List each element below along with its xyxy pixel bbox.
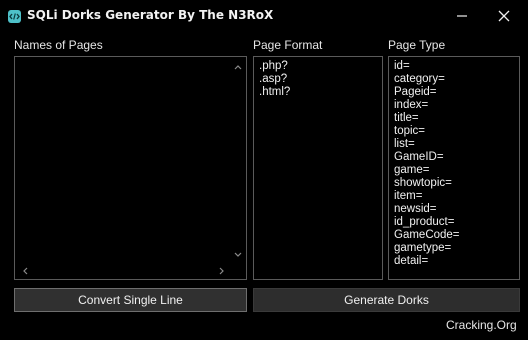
- page-type-textarea[interactable]: id= category= Pageid= index= title= topi…: [388, 56, 520, 280]
- generate-dorks-button[interactable]: Generate Dorks: [253, 288, 520, 312]
- page-type-item[interactable]: detail=: [394, 255, 460, 268]
- close-button[interactable]: [484, 0, 524, 32]
- page-type-item[interactable]: GameID=: [394, 151, 460, 164]
- chevron-up-icon: [234, 65, 242, 70]
- page-type-item[interactable]: newsid=: [394, 203, 460, 216]
- names-of-pages-label: Names of Pages: [14, 38, 103, 52]
- app-window: SQLi Dorks Generator By The N3RoX Names …: [0, 0, 528, 340]
- page-type-item[interactable]: id=: [394, 60, 460, 73]
- scroll-left-arrow[interactable]: [17, 263, 33, 279]
- code-app-icon: [8, 10, 21, 23]
- page-type-item[interactable]: showtopic=: [394, 177, 460, 190]
- close-icon: [498, 10, 510, 22]
- page-format-textarea[interactable]: .php? .asp? .html?: [253, 56, 383, 280]
- page-type-item[interactable]: index=: [394, 99, 460, 112]
- minimize-icon: [457, 15, 467, 17]
- page-type-item[interactable]: GameCode=: [394, 229, 460, 242]
- page-type-item[interactable]: item=: [394, 190, 460, 203]
- names-of-pages-textarea[interactable]: [14, 56, 247, 280]
- scroll-right-arrow[interactable]: [214, 263, 230, 279]
- convert-single-line-button[interactable]: Convert Single Line: [14, 288, 247, 312]
- scroll-down-arrow[interactable]: [230, 247, 246, 263]
- page-type-label: Page Type: [388, 38, 446, 52]
- page-type-item[interactable]: category=: [394, 73, 460, 86]
- vertical-scrollbar[interactable]: [230, 57, 246, 263]
- minimize-button[interactable]: [442, 0, 482, 32]
- chevron-right-icon: [219, 267, 224, 275]
- scrollbar-corner: [230, 263, 246, 279]
- chevron-left-icon: [23, 267, 28, 275]
- page-type-item[interactable]: id_product=: [394, 216, 460, 229]
- page-type-item[interactable]: list=: [394, 138, 460, 151]
- scroll-up-arrow[interactable]: [230, 59, 246, 75]
- page-format-list: .php? .asp? .html?: [259, 60, 290, 99]
- horizontal-scrollbar[interactable]: [15, 263, 230, 279]
- page-type-item[interactable]: title=: [394, 112, 460, 125]
- page-type-item[interactable]: gametype=: [394, 242, 460, 255]
- page-format-item[interactable]: .php?: [259, 60, 290, 73]
- window-title: SQLi Dorks Generator By The N3RoX: [27, 8, 274, 22]
- page-format-item[interactable]: .asp?: [259, 73, 290, 86]
- chevron-down-icon: [234, 252, 242, 257]
- title-bar[interactable]: SQLi Dorks Generator By The N3RoX: [0, 0, 528, 32]
- page-type-item[interactable]: Pageid=: [394, 86, 460, 99]
- page-format-label: Page Format: [253, 38, 323, 52]
- page-type-list: id= category= Pageid= index= title= topi…: [394, 60, 460, 268]
- page-type-item[interactable]: topic=: [394, 125, 460, 138]
- credit-text: Cracking.Org: [446, 318, 517, 332]
- page-format-item[interactable]: .html?: [259, 86, 290, 99]
- page-type-item[interactable]: game=: [394, 164, 460, 177]
